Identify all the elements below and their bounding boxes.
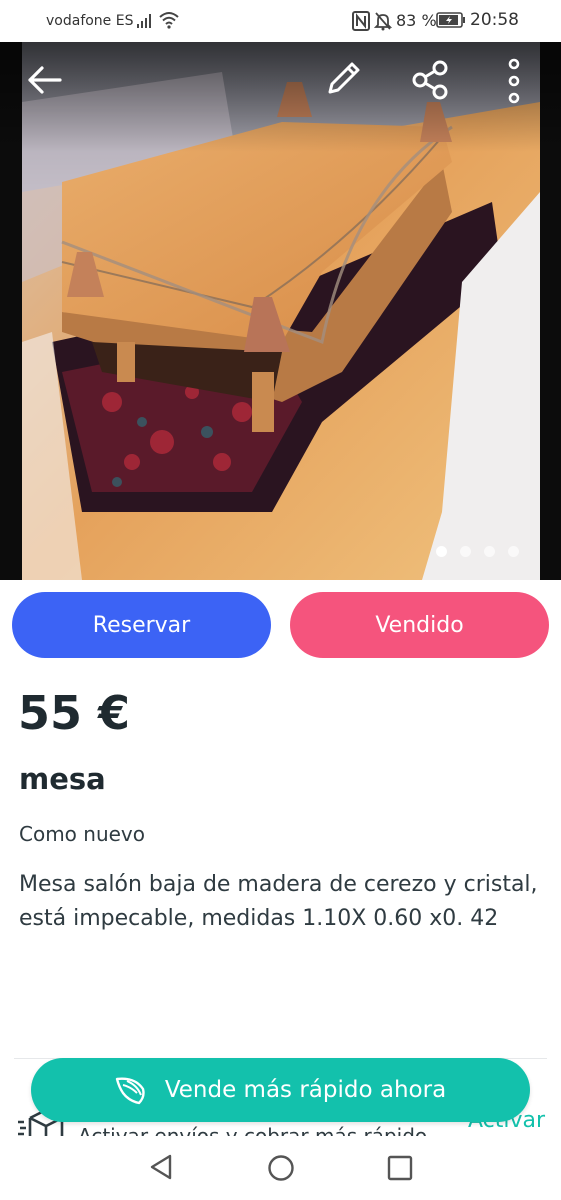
nav-recent-icon[interactable] — [386, 1154, 414, 1182]
top-gradient — [0, 42, 561, 152]
wifi-icon — [159, 12, 179, 29]
sell-faster-label: Vende más rápido ahora — [164, 1077, 447, 1103]
notifications-muted-icon — [374, 12, 392, 31]
nav-home-icon[interactable] — [266, 1153, 296, 1183]
gallery-dot[interactable] — [508, 546, 519, 557]
gallery-dot[interactable] — [460, 546, 471, 557]
sold-button[interactable]: Vendido — [290, 592, 549, 658]
item-title: mesa — [19, 762, 106, 796]
nfc-icon — [352, 11, 370, 31]
reserve-button[interactable]: Reservar — [12, 592, 271, 658]
gallery-dot[interactable] — [436, 546, 447, 557]
share-icon[interactable] — [408, 58, 452, 102]
battery-icon — [436, 12, 465, 28]
item-price: 55 € — [18, 686, 131, 740]
battery-percentage: 83 % — [396, 11, 437, 30]
wing-icon — [115, 1077, 145, 1105]
system-nav-bar — [0, 1140, 561, 1200]
status-bar: vodafone ES 83 % 20:58 — [0, 0, 561, 42]
gallery-page-indicator — [436, 546, 519, 557]
image-gallery[interactable] — [0, 42, 561, 580]
nav-back-icon[interactable] — [146, 1152, 176, 1182]
signal-icon — [137, 14, 151, 28]
sell-faster-button[interactable]: Vende más rápido ahora — [31, 1058, 530, 1122]
more-vertical-icon[interactable] — [500, 56, 528, 106]
item-condition: Como nuevo — [19, 822, 146, 846]
item-description: Mesa salón baja de madera de cerezo y cr… — [19, 872, 538, 931]
arrow-left-icon[interactable] — [24, 62, 66, 98]
carrier-name: vodafone ES — [46, 13, 134, 29]
pencil-icon[interactable] — [322, 58, 364, 100]
clock: 20:58 — [470, 10, 519, 30]
gallery-dot[interactable] — [484, 546, 495, 557]
